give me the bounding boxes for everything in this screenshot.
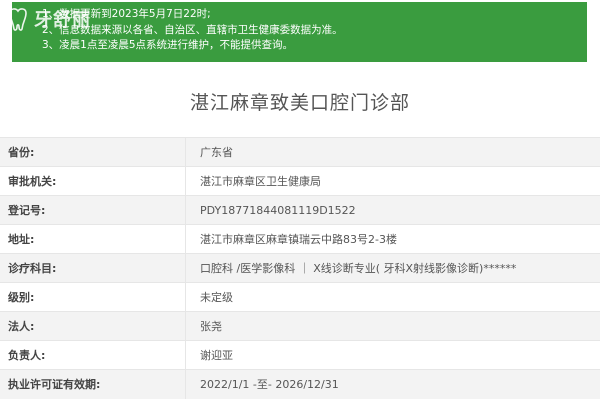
table-row: 地址: 湛江市麻章区麻章镇瑞云中路83号2-3楼 [0,224,600,254]
row-label: 审批机关: [0,166,186,196]
table-row: 审批机关: 湛江市麻章区卫生健康局 [0,166,600,196]
row-value: PDY18771844081119D1522 [185,195,600,225]
clinic-info-table: 省份: 广东省 审批机关: 湛江市麻章区卫生健康局 登记号: PDY187718… [0,137,600,399]
table-row: 省份: 广东省 [0,137,600,167]
row-value: 广东省 [185,137,600,167]
row-label: 省份: [0,137,186,167]
row-label: 诊疗科目: [0,253,186,283]
row-label: 地址: [0,224,186,254]
row-value: 张尧 [185,311,600,341]
row-label: 级别: [0,282,186,312]
table-row: 级别: 未定级 [0,282,600,312]
table-row: 负责人: 谢迎亚 [0,340,600,370]
notice-line: 1、数据更新到2023年5月7日22时; [42,8,211,20]
row-label: 执业许可证有效期: [0,369,186,399]
notice-line: 2、信息数据来源以各省、自治区、直辖市卫生健康委数据为准。 [42,23,343,36]
row-label: 法人: [0,311,186,341]
notice-banner: 1、数据更新到2023年5月7日22时; 2、信息数据来源以各省、自治区、直辖市… [12,2,587,62]
page-title: 湛江麻章致美口腔门诊部 [189,92,410,114]
row-label: 登记号: [0,195,186,225]
notice-line: 3、凌晨1点至凌晨5点系统进行维护，不能提供查询。 [42,39,294,51]
table-row: 诊疗科目: 口腔科 /医学影像科 ｜ X线诊断专业( 牙科X射线影像诊断)***… [0,253,600,283]
table-row: 法人: 张尧 [0,311,600,341]
row-value: 谢迎亚 [185,340,600,370]
row-value: 湛江市麻章区卫生健康局 [185,166,600,196]
table-row: 执业许可证有效期: 2022/1/1 -至- 2026/12/31 [0,369,600,399]
row-label: 负责人: [0,340,186,370]
table-row: 登记号: PDY18771844081119D1522 [0,195,600,225]
row-value: 口腔科 /医学影像科 ｜ X线诊断专业( 牙科X射线影像诊断)****** [185,253,600,283]
row-value: 2022/1/1 -至- 2026/12/31 [185,369,600,399]
row-value: 湛江市麻章区麻章镇瑞云中路83号2-3楼 [185,224,600,254]
row-value: 未定级 [185,282,600,312]
